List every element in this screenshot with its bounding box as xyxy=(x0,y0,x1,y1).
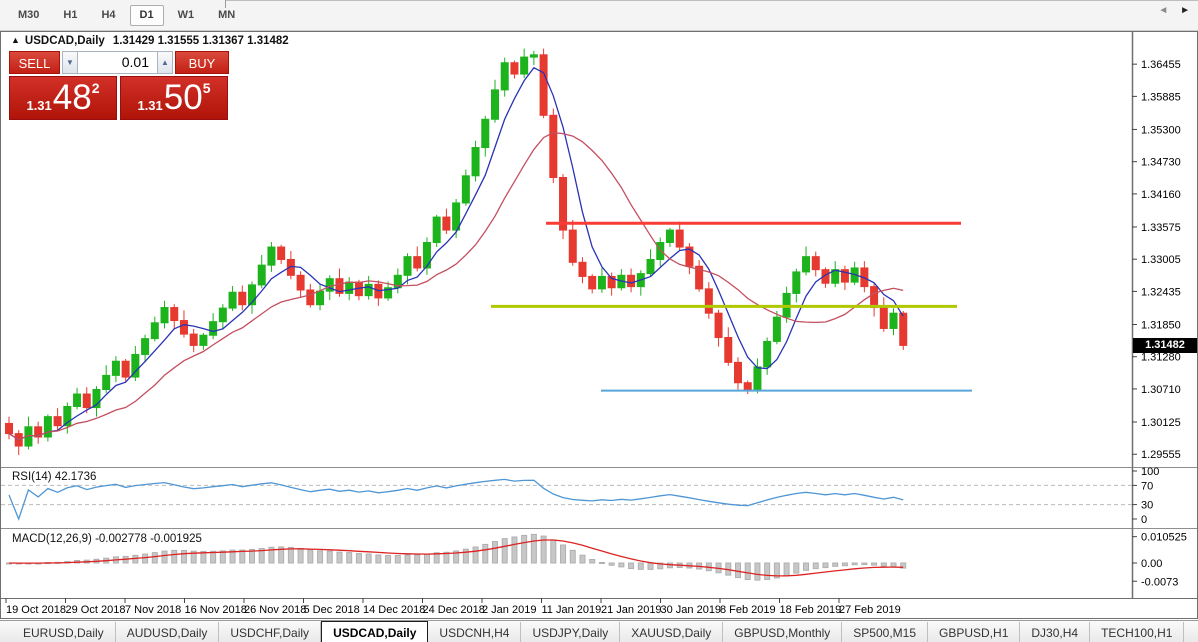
price-axis-label: 1.34730 xyxy=(1141,157,1181,169)
sell-price-big-digits: 48 xyxy=(53,79,92,117)
mt4-window: M30H1H4D1W1MN 1.36455 1.35885 1.35300 1.347… xyxy=(0,0,1198,642)
date-axis-label: 27 Feb 2019 xyxy=(839,604,901,616)
timeframe-button-d1[interactable]: D1 xyxy=(130,5,164,26)
current-price-tag: 1.31482 xyxy=(1133,338,1197,353)
chart-tab-usdjpy-daily[interactable]: USDJPY,Daily xyxy=(521,622,620,642)
ma-fast-line xyxy=(9,68,903,440)
sell-price-display[interactable]: 1.31 48 2 xyxy=(9,76,117,120)
volume-increase-button[interactable]: ▲ xyxy=(157,51,173,74)
chart-tab-sp500-m15[interactable]: SP500,M15 xyxy=(842,622,928,642)
date-axis-label: 7 Nov 2018 xyxy=(125,604,181,616)
date-axis-label: 30 Jan 2019 xyxy=(661,604,722,616)
timeframe-button-h4[interactable]: H4 xyxy=(91,5,125,26)
date-axis-label: 21 Jan 2019 xyxy=(601,604,662,616)
toolbar-top-divider xyxy=(225,0,1198,1)
chart-tab-audusd-daily[interactable]: AUDUSD,Daily xyxy=(116,622,220,642)
chart-symbol-label: USDCAD,Daily xyxy=(25,35,105,47)
chart-tab-eurusd-daily[interactable]: EURUSD,Daily xyxy=(12,622,116,642)
buy-button[interactable]: BUY xyxy=(175,51,229,74)
chart-tab-tech100-h1[interactable]: TECH100,H1 xyxy=(1090,622,1184,642)
chart-tab-xauusd-daily[interactable]: XAUUSD,Daily xyxy=(620,622,723,642)
collapse-triangle-icon[interactable]: ▲ xyxy=(11,35,20,45)
date-axis-label: 8 Feb 2019 xyxy=(720,604,776,616)
buy-price-big-digits: 50 xyxy=(164,79,203,117)
chart-tab-gbpusd-h1[interactable]: GBPUSD,H1 xyxy=(928,622,1020,642)
chart-window: 1.36455 1.35885 1.35300 1.34730 1.34160 1.335… xyxy=(0,31,1198,619)
price-axis-label: 1.30710 xyxy=(1141,384,1181,396)
macd-axis-label: 0.010525 xyxy=(1141,532,1187,544)
price-axis-label: 1.31850 xyxy=(1141,319,1181,331)
rsi-line xyxy=(9,479,903,519)
rsi-pane: 100 70 30 0 xyxy=(1,466,1159,526)
price-axis-label: 1.32435 xyxy=(1141,286,1181,298)
rsi-indicator-label: RSI(14) 42.1736 xyxy=(12,471,96,483)
sell-price-pip-digit: 2 xyxy=(92,80,100,96)
volume-stepper: ▼ 0.01 ▲ xyxy=(62,51,173,74)
symbol-tab-bar: EURUSD,DailyAUDUSD,DailyUSDCHF,DailyUSDC… xyxy=(0,620,1198,642)
price-axis-label: 1.33005 xyxy=(1141,254,1181,266)
rsi-axis-label: 0 xyxy=(1141,514,1147,526)
price-axis-label: 1.36455 xyxy=(1141,59,1181,71)
price-axis-label: 1.34160 xyxy=(1141,189,1181,201)
price-axis-label: 1.33575 xyxy=(1141,222,1181,234)
timeframe-button-m30[interactable]: M30 xyxy=(8,5,49,26)
rsi-axis-label: 70 xyxy=(1141,480,1153,492)
timeframe-toolbar: M30H1H4D1W1MN xyxy=(0,0,1198,31)
chart-tab-usdcad-daily[interactable]: USDCAD,Daily xyxy=(321,621,428,642)
price-axis-label: 1.29555 xyxy=(1141,449,1181,461)
chart-tab-usdcnh-h4[interactable]: USDCNH,H4 xyxy=(428,622,521,642)
sell-button[interactable]: SELL xyxy=(9,51,60,74)
timeframe-button-h1[interactable]: H1 xyxy=(53,5,87,26)
toolbar-separator xyxy=(225,0,226,8)
buy-price-prefix: 1.31 xyxy=(137,98,162,113)
chart-tab-dj30-h4[interactable]: DJ30,H4 xyxy=(1020,622,1090,642)
date-axis-label: 18 Feb 2019 xyxy=(780,604,842,616)
date-axis-label: 26 Nov 2018 xyxy=(244,604,306,616)
sell-price-prefix: 1.31 xyxy=(26,98,51,113)
volume-decrease-button[interactable]: ▼ xyxy=(62,51,78,74)
rsi-axis-label: 30 xyxy=(1141,500,1153,512)
tab-scroll-right-icon[interactable]: ► xyxy=(1180,5,1190,16)
date-axis-label: 29 Oct 2018 xyxy=(66,604,126,616)
time-axis[interactable]: 19 Oct 201829 Oct 20187 Nov 2018 16 Nov 2… xyxy=(6,598,901,616)
date-axis-label: 5 Dec 2018 xyxy=(304,604,360,616)
macd-axis-label: 0.00 xyxy=(1141,558,1162,570)
date-axis-label: 2 Jan 2019 xyxy=(482,604,536,616)
ma-slow-line xyxy=(9,133,903,440)
date-axis-label: 24 Dec 2018 xyxy=(423,604,485,616)
chart-tab-usdchf-daily[interactable]: USDCHF,Daily xyxy=(219,622,321,642)
date-axis-label: 19 Oct 2018 xyxy=(6,604,66,616)
buy-price-display[interactable]: 1.31 50 5 xyxy=(120,76,228,120)
buy-price-pip-digit: 5 xyxy=(203,80,211,96)
volume-input[interactable]: 0.01 xyxy=(78,51,157,74)
timeframe-button-w1[interactable]: W1 xyxy=(168,5,205,26)
chart-ohlc-values: 1.31429 1.31555 1.31367 1.31482 xyxy=(113,35,289,47)
rsi-axis-label: 100 xyxy=(1141,466,1159,478)
price-axis[interactable]: 1.36455 1.35885 1.35300 1.34730 1.34160 1.335… xyxy=(1132,59,1181,461)
chart-tab-gbpusd-monthly[interactable]: GBPUSD,Monthly xyxy=(723,622,842,642)
one-click-trade-panel: SELL ▼ 0.01 ▲ BUY 1.31 48 2 1.31 50 5 xyxy=(9,51,229,120)
price-axis-label: 1.35885 xyxy=(1141,91,1181,103)
price-axis-label: 1.31280 xyxy=(1141,352,1181,364)
macd-axis-label: -0.0073 xyxy=(1141,576,1178,588)
price-axis-label: 1.30125 xyxy=(1141,417,1181,429)
tab-scroll-controls: ◄ ► xyxy=(1149,5,1190,16)
chart-title: ▲ USDCAD,Daily 1.31429 1.31555 1.31367 1.3… xyxy=(11,35,289,47)
date-axis-label: 11 Jan 2019 xyxy=(542,604,602,616)
timeframe-button-mn[interactable]: MN xyxy=(208,5,245,26)
price-axis-label: 1.35300 xyxy=(1141,124,1181,136)
date-axis-label: 14 Dec 2018 xyxy=(363,604,425,616)
date-axis-label: 16 Nov 2018 xyxy=(185,604,247,616)
tab-scroll-left-icon[interactable]: ◄ xyxy=(1158,5,1168,16)
macd-indicator-label: MACD(12,26,9) -0.002778 -0.001925 xyxy=(12,533,202,545)
